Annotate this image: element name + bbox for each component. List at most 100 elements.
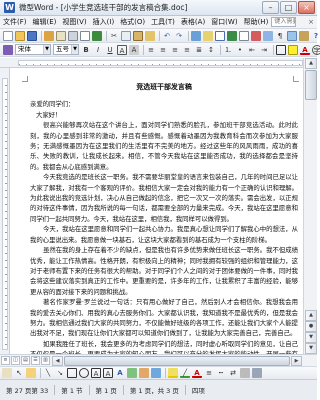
font-name-select[interactable]: 宋体 ▼ (15, 44, 51, 55)
arrow-style-icon[interactable]: ⇄ (228, 368, 238, 378)
styles-icon[interactable] (3, 44, 13, 55)
line-style-icon[interactable]: ≡ (204, 368, 214, 378)
reading-view-icon[interactable]: ▥ (41, 356, 50, 365)
scroll-down-button[interactable]: ▼ (305, 343, 317, 354)
align-left-icon[interactable]: ≡ (146, 45, 156, 55)
outside-border-icon[interactable] (276, 44, 286, 55)
zoom-icon[interactable] (287, 30, 297, 41)
next-page-button[interactable]: ▼ (305, 332, 317, 343)
save-icon[interactable] (27, 30, 37, 41)
tables-borders-icon[interactable] (203, 30, 213, 41)
underline-icon[interactable]: U (105, 45, 115, 55)
read-icon[interactable] (299, 30, 309, 41)
insert-table-icon[interactable] (215, 30, 225, 41)
scroll-up-button[interactable]: ▲ (305, 58, 317, 69)
menu-window[interactable]: 窗口(W) (208, 17, 240, 27)
char-border-icon[interactable]: A (117, 44, 127, 55)
enclose-char-icon[interactable]: 字 (312, 44, 320, 55)
numbering-icon[interactable]: ⒈ (223, 45, 233, 55)
diagram-icon[interactable] (127, 368, 137, 378)
rectangle-icon[interactable] (67, 368, 77, 378)
line-icon[interactable]: ╲ (43, 368, 53, 378)
menu-format[interactable]: 格式(O) (117, 17, 148, 27)
close-button[interactable]: × (298, 0, 315, 14)
fill-color-icon[interactable] (168, 368, 178, 378)
increase-indent-icon[interactable]: ⇥ (259, 45, 269, 55)
drawing-icon[interactable] (251, 30, 261, 41)
undo-icon[interactable]: ↶ (162, 31, 172, 41)
align-right-icon[interactable]: ≡ (170, 45, 180, 55)
columns-icon[interactable] (239, 30, 249, 41)
align-center-icon[interactable]: ≡ (158, 45, 168, 55)
print-layout-icon[interactable]: ▤ (21, 356, 30, 365)
arrow-icon[interactable]: ↘ (55, 368, 65, 378)
oval-icon[interactable] (79, 368, 89, 378)
document-close-icon[interactable]: × (308, 18, 314, 26)
help-icon[interactable]: ? (311, 31, 320, 41)
italic-icon[interactable]: I (93, 45, 103, 55)
vertical-ruler[interactable] (0, 68, 10, 354)
cut-icon[interactable]: ✂ (109, 31, 119, 41)
print-preview-icon[interactable] (80, 30, 90, 41)
hyperlink-icon[interactable] (191, 30, 201, 41)
horizontal-ruler[interactable] (0, 58, 317, 68)
font-color-draw-icon[interactable]: A (192, 368, 202, 378)
vertical-scroll-thumb[interactable] (305, 70, 317, 100)
maximize-button[interactable]: □ (280, 0, 297, 14)
highlight-icon[interactable] (288, 44, 298, 55)
menu-table[interactable]: 表格(A) (178, 17, 208, 27)
menu-view[interactable]: 视图(V) (59, 17, 89, 27)
draw-menu-icon[interactable] (2, 368, 12, 378)
normal-view-icon[interactable]: ≡ (1, 356, 10, 365)
insert-excel-icon[interactable] (227, 30, 237, 41)
vertical-textbox-icon[interactable]: A (103, 368, 113, 378)
select-objects-icon[interactable]: ↖ (14, 368, 24, 378)
line-color-icon[interactable]: ╱ (180, 368, 190, 378)
redo-icon[interactable]: ↷ (174, 31, 184, 41)
scroll-left-button[interactable]: ◀ (52, 356, 63, 366)
permission-icon[interactable] (44, 30, 54, 41)
bold-icon[interactable]: B (81, 45, 91, 55)
bullets-icon[interactable]: • (235, 45, 245, 55)
document-map-icon[interactable] (263, 30, 273, 41)
horizontal-scroll-thumb[interactable] (64, 356, 290, 366)
format-painter-icon[interactable] (145, 30, 155, 41)
3d-style-icon[interactable] (252, 368, 262, 378)
help-question-input[interactable]: 键入需要帮助的问题 (271, 17, 297, 27)
document-page[interactable]: 竞选班干部发言稿 亲爱的同学们： 大家好！ 很高兴能够再次站在这个讲台上，面对同… (10, 68, 303, 354)
scroll-right-button[interactable]: ▶ (291, 356, 302, 366)
distributed-icon[interactable]: ≣ (194, 45, 204, 55)
wordart-icon[interactable]: A (115, 368, 125, 378)
select-browse-object-button[interactable]: ● (305, 321, 317, 332)
dash-style-icon[interactable]: ┅ (216, 368, 226, 378)
vertical-scrollbar[interactable]: ▲ ▲ ● ▼ ▼ (303, 58, 317, 354)
copy-icon[interactable] (121, 30, 131, 41)
web-view-icon[interactable]: ◫ (11, 356, 20, 365)
open-folder-icon[interactable] (15, 30, 25, 41)
paste-icon[interactable] (133, 30, 143, 41)
email-icon[interactable] (56, 30, 66, 41)
clipart-icon[interactable] (139, 368, 149, 378)
char-shading-icon[interactable]: A (129, 44, 139, 55)
outline-view-icon[interactable]: ☰ (31, 356, 40, 365)
status-mode[interactable]: 四项 (192, 385, 205, 395)
print-icon[interactable] (68, 30, 78, 41)
word-app-icon[interactable]: W (4, 2, 15, 13)
shadow-style-icon[interactable] (240, 368, 250, 378)
menu-tools[interactable]: 工具(T) (148, 17, 178, 27)
justify-icon[interactable]: ≡ (182, 45, 192, 55)
menu-file[interactable]: 文件(F) (0, 17, 30, 27)
minimize-button[interactable]: – (262, 0, 279, 14)
autoshapes-icon[interactable] (26, 368, 36, 378)
spelling-icon[interactable] (92, 30, 102, 41)
font-size-select[interactable]: 五号 ▼ (53, 44, 79, 55)
menu-help[interactable]: 帮助(H) (241, 17, 272, 27)
previous-page-button[interactable]: ▲ (305, 310, 317, 321)
line-spacing-icon[interactable]: ↕ (206, 45, 216, 55)
textbox-icon[interactable]: A (91, 368, 101, 378)
menu-edit[interactable]: 编辑(E) (30, 17, 60, 27)
show-hide-icon[interactable]: ¶ (275, 31, 285, 41)
horizontal-scrollbar[interactable]: ◀ ▶ (52, 356, 302, 366)
picture-icon[interactable] (151, 368, 161, 378)
new-document-icon[interactable] (3, 30, 13, 41)
